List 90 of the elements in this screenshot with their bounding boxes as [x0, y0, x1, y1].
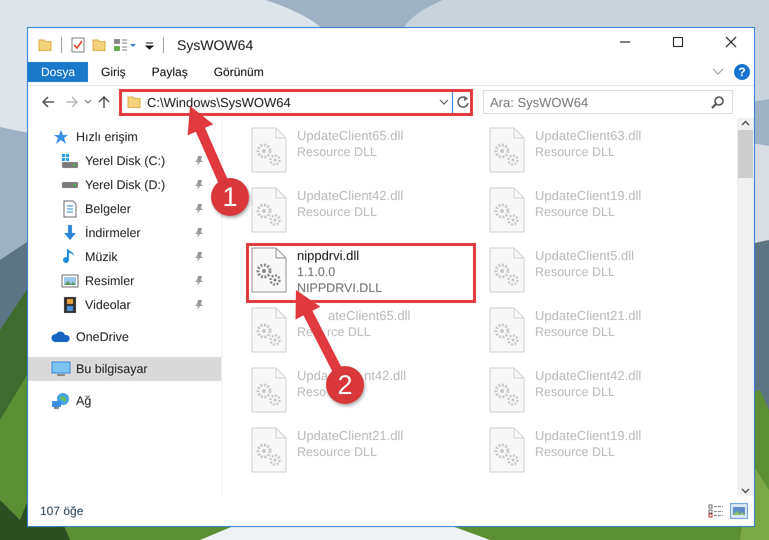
- file-name: UpdateClient5.dll: [535, 248, 634, 264]
- star-icon: [53, 129, 69, 145]
- item-count: 107 öğe: [40, 504, 84, 518]
- file-detail: Re: [297, 324, 313, 340]
- back-icon: [41, 95, 55, 109]
- file-name: nt42.dll: [364, 368, 406, 384]
- nav-item[interactable]: Yerel Disk (C:): [28, 149, 206, 173]
- document-icon: [62, 200, 78, 218]
- file-detail: Resource DLL: [297, 144, 377, 160]
- file-detail: Resource DLL: [535, 384, 615, 400]
- close-icon: [725, 36, 737, 48]
- file-name: UpdateClient65.dll: [297, 128, 404, 144]
- file-gears-icon: [251, 187, 287, 233]
- up-icon: [97, 95, 111, 109]
- nav-item[interactable]: Müzik: [28, 245, 206, 269]
- file-name: UpdateClient19.dll: [535, 428, 642, 444]
- file-detail: Resource DLL: [535, 144, 615, 160]
- file-name: UpdateClient21.dll: [297, 428, 404, 444]
- file-detail: Resource DLL: [535, 324, 615, 340]
- network-icon: [51, 392, 71, 410]
- nav-item[interactable]: Videolar: [28, 293, 206, 317]
- file-gears-icon: [251, 427, 287, 473]
- view-options-icon[interactable]: [113, 37, 137, 53]
- file-name: nippdrvi.dll: [297, 248, 360, 264]
- ribbon-tab[interactable]: Görünüm: [200, 62, 277, 82]
- scroll-down-button[interactable]: [741, 486, 750, 496]
- file-name: ateClient65.dll: [328, 308, 410, 324]
- file-item[interactable]: nippdrvi.dll 1.1.0.0 NIPPDRVI.DLL: [246, 243, 476, 303]
- file-name: UpdateClient21.dll: [535, 308, 642, 324]
- nav-item[interactable]: Hızlı erişim: [28, 125, 144, 149]
- image-icon: [61, 273, 79, 289]
- nav-item[interactable]: Bu bilgisayar: [28, 357, 221, 381]
- nav-item[interactable]: Yerel Disk (D:): [28, 173, 206, 197]
- file-detail: Reso: [297, 384, 326, 400]
- large-icons-view-icon[interactable]: [730, 503, 748, 519]
- computer-icon: [51, 360, 71, 378]
- file-gears-icon: [489, 367, 525, 413]
- expand-ribbon-icon[interactable]: [712, 68, 724, 76]
- file-detail: Resource DLL: [535, 264, 615, 280]
- download-icon: [61, 224, 79, 242]
- file-name: UpdateClient42.dll: [297, 188, 404, 204]
- maximize-icon: [672, 36, 684, 48]
- file-gears-icon: [251, 127, 287, 173]
- ribbon-tab[interactable]: Giriş: [88, 62, 139, 82]
- details-view-icon[interactable]: [708, 504, 724, 518]
- nav-item[interactable]: Ağ: [28, 389, 98, 413]
- film-icon: [62, 296, 78, 314]
- nav-item[interactable]: Belgeler: [28, 197, 206, 221]
- file-gears-icon: [251, 247, 287, 293]
- folder-icon: [127, 94, 141, 110]
- file-detail: Resource DLL: [535, 444, 615, 460]
- refresh-icon[interactable]: [456, 95, 470, 109]
- cloud-icon: [51, 330, 71, 344]
- chevron-down-icon[interactable]: [439, 98, 449, 106]
- file-detail: Resource DLL: [297, 204, 377, 220]
- address-field[interactable]: C:\Windows\SysWOW64: [119, 88, 473, 116]
- file-name: UpdateClient42.dll: [535, 368, 642, 384]
- recent-locations-icon[interactable]: [84, 98, 92, 106]
- search-icon: [711, 95, 725, 109]
- search-field[interactable]: Ara: SysWOW64: [483, 90, 733, 114]
- ribbon-tab[interactable]: Paylaş: [138, 62, 201, 82]
- ribbon-tab[interactable]: Dosya: [28, 62, 88, 82]
- window-title: SysWOW64: [177, 37, 254, 53]
- file-detail: NIPPDRVI.DLL: [297, 280, 382, 296]
- nav-item[interactable]: OneDrive: [28, 325, 135, 349]
- drive-icon: [61, 153, 79, 169]
- scroll-up-button[interactable]: [741, 118, 750, 128]
- file-name: UpdateClient63.dll: [535, 128, 642, 144]
- file-detail: rce DLL: [326, 324, 371, 340]
- file-gears-icon: [489, 187, 525, 233]
- file-name: Upda: [297, 368, 328, 384]
- chevron-up-icon: [741, 120, 750, 126]
- help-button[interactable]: ?: [734, 64, 750, 80]
- file-name: UpdateClient19.dll: [535, 188, 642, 204]
- file-detail: Resource DLL: [297, 444, 377, 460]
- properties-icon[interactable]: [71, 37, 85, 53]
- file-gears-icon: [489, 247, 525, 293]
- file-gears-icon: [251, 367, 287, 413]
- file-detail: Resource DLL: [535, 204, 615, 220]
- file-gears-icon: [489, 307, 525, 353]
- file-gears-icon: [489, 127, 525, 173]
- nav-item[interactable]: Resimler: [28, 269, 206, 293]
- nav-item[interactable]: İndirmeler: [28, 221, 206, 245]
- file-gears-icon: [251, 307, 287, 353]
- file-gears-icon: [489, 427, 525, 473]
- chevron-down-icon: [741, 488, 750, 494]
- file-detail: 1.1.0.0: [297, 264, 336, 280]
- drive-icon: [62, 182, 78, 188]
- forward-icon: [65, 95, 79, 109]
- scroll-thumb[interactable]: [738, 130, 753, 178]
